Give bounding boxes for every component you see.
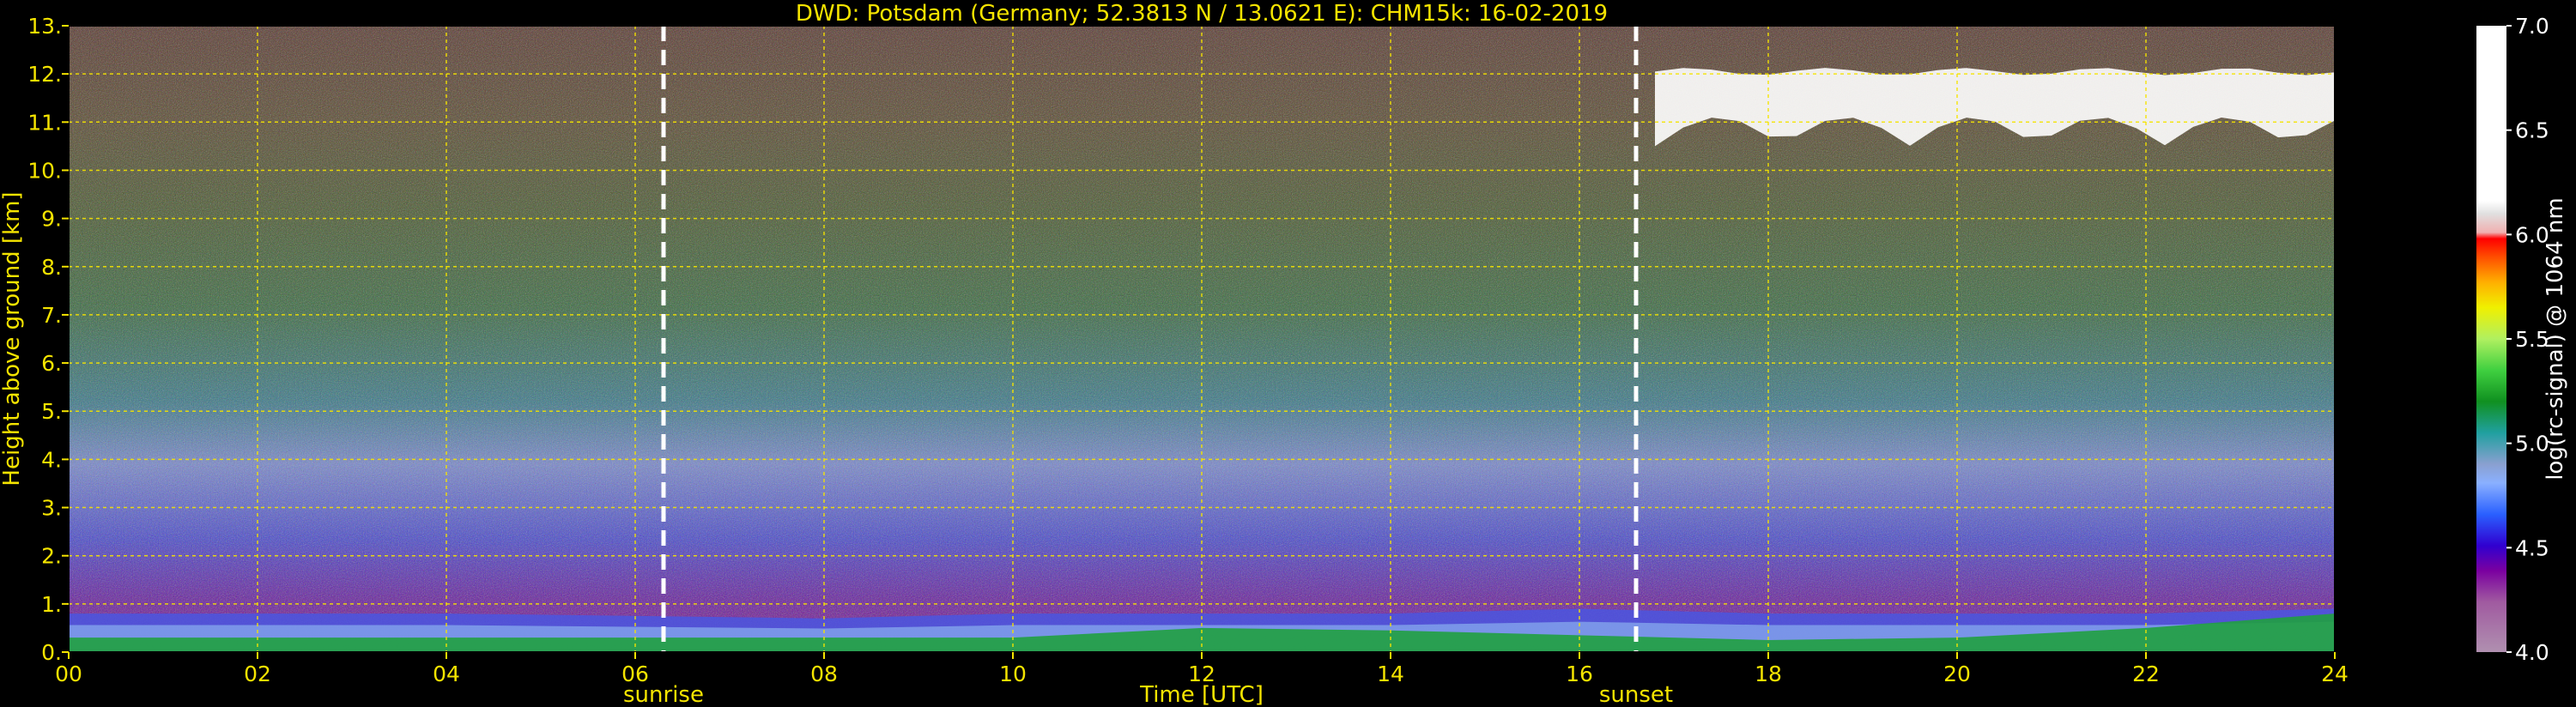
y-tick-label: 11. [27,110,62,135]
y-tick-label: 3. [41,496,62,521]
y-tick-label: 7. [41,303,62,328]
y-tick-label: 5. [41,399,62,424]
x-tick-label: 24 [2321,662,2349,686]
event-label-sunrise: sunrise [623,682,704,707]
y-tick-label: 6. [41,351,62,376]
colorbar-tick-label: 6.0 [2515,222,2549,247]
y-tick-label: 9. [41,207,62,232]
x-tick-label: 20 [1943,662,1971,686]
x-tick-label: 10 [999,662,1027,686]
chart-title: DWD: Potsdam (Germany; 52.3813 N / 13.06… [796,1,1608,27]
colorbar-gradient [2476,26,2506,652]
y-tick-label: 13. [27,14,62,39]
x-tick-label: 18 [1755,662,1782,686]
x-tick-label: 14 [1377,662,1404,686]
y-axis-label: Height above ground [km] [0,191,25,486]
x-axis-label: Time [UTC] [1139,682,1264,707]
colorbar-tick-label: 5.0 [2515,432,2549,456]
y-tick-label: 12. [27,62,62,87]
x-tick-label: 04 [433,662,460,686]
event-label-sunset: sunset [1599,682,1673,707]
chart: 00 02 04 06 08 10 12 14 16 18 20 22 240.1.2.3.4.5.6.… [0,1,2568,707]
y-tick-label: 1. [41,592,62,617]
x-tick-label: 08 [810,662,838,686]
plot-area [69,26,2335,652]
x-tick-label: 00 [55,662,82,686]
colorbar-tick-label: 5.5 [2515,327,2549,352]
y-tick-label: 4. [41,447,62,472]
y-tick-label: 8. [41,255,62,280]
colorbar-tick-label: 4.0 [2515,640,2549,665]
x-tick-label: 16 [1566,662,1593,686]
colorbar-tick-label: 6.5 [2515,118,2549,143]
y-tick-label: 0. [41,640,62,665]
colorbar: 4.0 4.5 5.0 5.5 6.0 6.5 7.0 [2476,14,2549,665]
x-tick-label: 02 [244,662,271,686]
y-tick-label: 2. [41,544,62,569]
y-tick-label: 10. [27,158,62,183]
x-tick-label: 22 [2132,662,2160,686]
colorbar-tick-label: 4.5 [2515,535,2549,560]
colorbar-tick-label: 7.0 [2515,14,2549,39]
